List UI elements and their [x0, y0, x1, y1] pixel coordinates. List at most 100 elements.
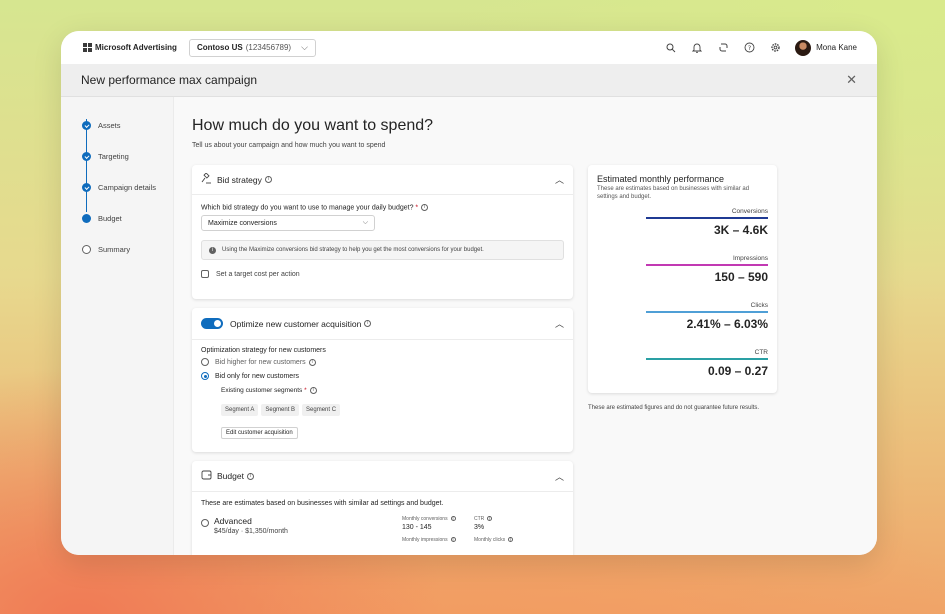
svg-text:?: ?: [747, 44, 750, 52]
target-cpa-label: Set a target cost per action: [216, 271, 300, 279]
bid-note: i Using the Maximize conversions bid str…: [201, 240, 564, 261]
budget-header[interactable]: Budget i ︿: [192, 461, 573, 492]
budget-option-advanced[interactable]: Advanced $45/day · $1,350/month Monthly …: [201, 516, 564, 555]
budget-card: Budget i ︿ These are estimates based on …: [192, 461, 573, 555]
segment-tag[interactable]: Segment C: [302, 404, 341, 417]
app-window: Microsoft Advertising Contoso US (123456…: [61, 31, 877, 555]
stepper: Assets Targeting Campaign details Budget…: [61, 97, 173, 555]
option-bid-higher-label: Bid higher for new customers: [215, 358, 306, 366]
chevron-down-icon: ⌵: [362, 219, 368, 227]
budget-option-price: $45/day · $1,350/month: [214, 528, 288, 535]
edit-customer-acquisition-button[interactable]: Edit customer acquisition: [221, 427, 298, 440]
account-selector[interactable]: Contoso US (123456789) ⌵: [188, 38, 316, 57]
avatar: [795, 39, 812, 56]
ctr-value: 3%: [474, 524, 485, 531]
metric-clicks: Clicks 2.41% – 6.03%: [646, 302, 768, 331]
required-mark: *: [304, 387, 307, 395]
user-menu[interactable]: Mona Kane: [795, 39, 857, 56]
check-icon: [82, 152, 91, 161]
step-label: Assets: [98, 121, 121, 130]
check-icon: [82, 121, 91, 130]
info-icon[interactable]: i: [246, 472, 254, 480]
bid-note-text: Using the Maximize conversions bid strat…: [222, 247, 484, 254]
option-bid-higher[interactable]: Bid higher for new customers i: [201, 358, 564, 366]
option-bid-only-label: Bid only for new customers: [215, 372, 300, 380]
metric-ctr: CTR 0.09 – 0.27: [646, 349, 768, 378]
budget-title: Budget: [217, 471, 244, 481]
chevron-up-icon[interactable]: ︿: [555, 470, 564, 483]
pending-step-icon: [82, 245, 91, 254]
radio-button[interactable]: [201, 519, 209, 527]
bid-strategy-header[interactable]: Bid strategy i ︿: [192, 165, 573, 195]
checkbox[interactable]: [201, 270, 209, 279]
optimize-header[interactable]: Optimize new customer acquisition i ︿: [192, 308, 573, 340]
optimize-toggle[interactable]: [201, 318, 223, 329]
performance-description: These are estimates based on businesses …: [597, 186, 750, 200]
option-bid-only[interactable]: Bid only for new customers: [201, 372, 564, 380]
info-icon[interactable]: i: [309, 387, 317, 394]
info-icon[interactable]: i: [487, 516, 493, 522]
info-icon[interactable]: i: [508, 537, 514, 543]
segments-label: Existing customer segments * i: [221, 387, 564, 394]
step-label: Summary: [98, 245, 131, 254]
bell-icon[interactable]: [691, 42, 703, 54]
metric-value: 150 – 590: [714, 269, 768, 284]
step-campaign-details[interactable]: Campaign details: [82, 172, 173, 203]
bid-strategy-card: Bid strategy i ︿ Which bid strategy do y…: [192, 165, 573, 299]
metric-value: 3K – 4.6K: [713, 222, 768, 237]
gear-icon[interactable]: [769, 42, 781, 54]
main-panel: How much do you want to spend? Tell us a…: [173, 97, 877, 555]
radio-button[interactable]: [201, 358, 209, 366]
info-icon[interactable]: i: [450, 537, 456, 543]
conv-value: 130 - 145: [402, 524, 432, 531]
chevron-up-icon[interactable]: ︿: [555, 173, 564, 186]
bid-strategy-title: Bid strategy: [217, 174, 262, 185]
bid-question: Which bid strategy do you want to use to…: [201, 204, 564, 211]
account-id: (123456789): [245, 43, 292, 52]
metric-label: Impressions: [732, 255, 768, 262]
step-targeting[interactable]: Targeting: [82, 141, 173, 172]
optimize-card: Optimize new customer acquisition i ︿ Op…: [192, 308, 573, 452]
segments-label-text: Existing customer segments: [221, 387, 303, 395]
search-icon[interactable]: [665, 42, 677, 54]
close-icon[interactable]: ✕: [846, 72, 857, 88]
info-filled-icon: i: [209, 246, 216, 254]
metric-value: 0.09 – 0.27: [707, 363, 768, 378]
top-icons: ? Mona Kane: [665, 39, 857, 56]
step-budget[interactable]: Budget: [82, 203, 173, 234]
ctr-label-text: CTR: [474, 516, 485, 522]
step-summary[interactable]: Summary: [82, 234, 173, 265]
metric-label: CTR: [754, 349, 768, 356]
target-cpa-option[interactable]: Set a target cost per action: [201, 270, 564, 279]
copilot-icon[interactable]: [717, 42, 729, 54]
brand-name: Microsoft Advertising: [95, 43, 177, 52]
clicks-label: Monthly clicks i: [474, 537, 514, 543]
info-icon[interactable]: i: [421, 204, 429, 211]
bid-strategy-value: Maximize conversions: [208, 219, 277, 227]
info-icon[interactable]: i: [308, 358, 316, 366]
info-icon[interactable]: i: [364, 320, 372, 327]
wallet-icon: [201, 470, 212, 482]
performance-panel: Estimated monthly performance These are …: [588, 165, 777, 393]
chevron-down-icon: ⌵: [301, 42, 308, 52]
info-icon[interactable]: i: [450, 516, 456, 522]
conv-label: Monthly conversions i: [402, 516, 456, 522]
chevron-up-icon[interactable]: ︿: [555, 317, 564, 330]
conv-label-text: Monthly conversions: [402, 516, 448, 522]
segment-tag[interactable]: Segment B: [261, 404, 300, 417]
step-label: Targeting: [98, 152, 129, 161]
impr-label-text: Monthly impressions: [402, 537, 448, 543]
metric-bar: [646, 264, 768, 266]
brand[interactable]: Microsoft Advertising: [83, 43, 177, 52]
strategy-label: Optimization strategy for new customers: [201, 347, 326, 354]
info-icon[interactable]: i: [264, 176, 272, 183]
segment-tags: Segment A Segment B Segment C: [221, 398, 564, 417]
main-title: How much do you want to spend?: [192, 117, 434, 134]
top-bar: Microsoft Advertising Contoso US (123456…: [61, 31, 877, 64]
main-subtitle: Tell us about your campaign and how much…: [192, 142, 386, 149]
radio-button-selected[interactable]: [201, 372, 209, 380]
help-icon[interactable]: ?: [743, 42, 755, 54]
step-assets[interactable]: Assets: [82, 110, 173, 141]
bid-strategy-select[interactable]: Maximize conversions ⌵: [201, 215, 375, 232]
segment-tag[interactable]: Segment A: [221, 404, 259, 417]
